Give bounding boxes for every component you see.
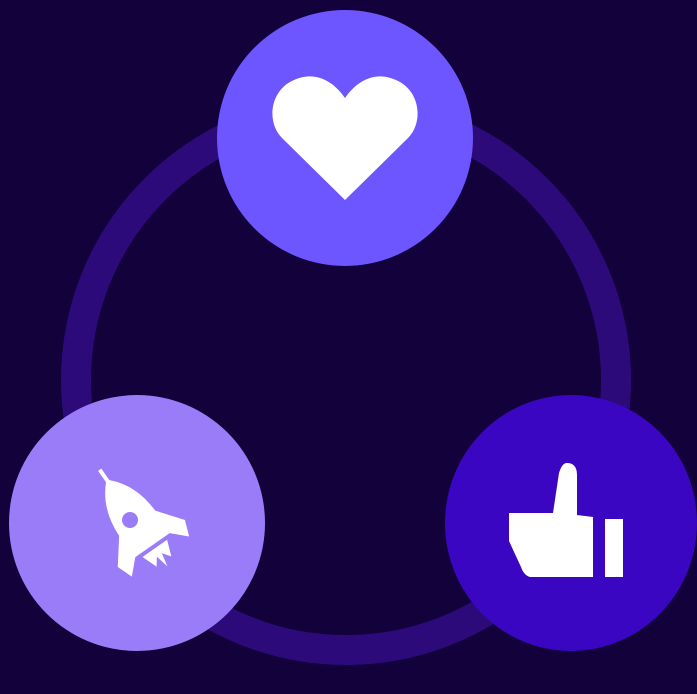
rocket-icon — [98, 468, 190, 577]
heart-node[interactable] — [217, 10, 473, 266]
thumbs-up-node[interactable] — [445, 395, 697, 651]
heart-icon — [272, 76, 418, 200]
rocket-node[interactable] — [9, 395, 265, 651]
cycle-diagram — [0, 0, 697, 694]
thumbs-up-icon — [509, 463, 623, 577]
